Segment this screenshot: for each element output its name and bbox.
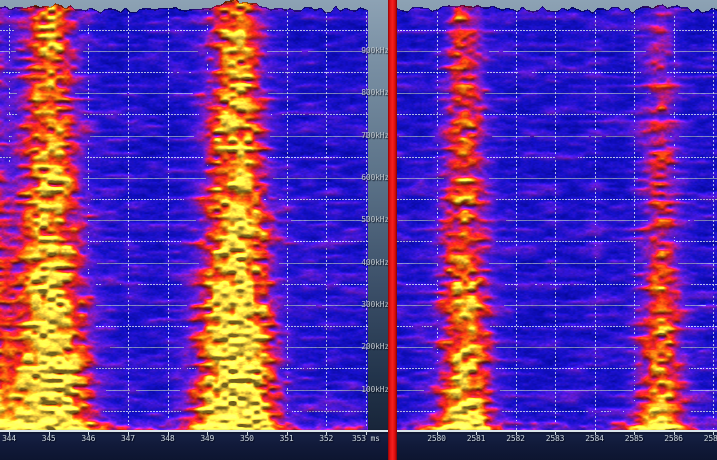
freq-tick-label: 400kHz — [358, 258, 389, 268]
time-tick-mark — [287, 431, 288, 435]
time-tick-label: 2582 — [501, 434, 531, 444]
time-tick-label: 2580 — [422, 434, 452, 444]
freq-tick-label: 500kHz — [358, 215, 389, 225]
freq-tick-label: 300kHz — [358, 300, 389, 310]
time-tick-label: 2585 — [619, 434, 649, 444]
time-tick-mark — [168, 431, 169, 435]
time-tick-mark — [476, 431, 477, 435]
time-tick-label: 2581 — [461, 434, 491, 444]
time-tick-mark — [207, 431, 208, 435]
red-divider-cursor[interactable] — [388, 0, 397, 460]
time-tick-label: 2583 — [540, 434, 570, 444]
freq-tick-label: 200kHz — [358, 342, 389, 352]
time-tick-mark — [366, 431, 367, 435]
time-tick-label: 350 — [232, 434, 262, 444]
time-tick-label: 351 — [272, 434, 302, 444]
time-tick-mark — [634, 431, 635, 435]
freq-tick-label: 900kHz — [358, 46, 389, 56]
freq-tick-label: 700kHz — [358, 131, 389, 141]
freq-tick-label: 800kHz — [358, 88, 389, 98]
time-tick-label: 353 ms — [346, 434, 386, 444]
time-tick-mark — [713, 431, 714, 435]
time-tick-mark — [437, 431, 438, 435]
waterfall-spectrogram-right[interactable] — [397, 0, 717, 432]
time-tick-label: 2584 — [580, 434, 610, 444]
time-tick-mark — [88, 431, 89, 435]
time-tick-label: 344 — [0, 434, 24, 444]
time-tick-mark — [326, 431, 327, 435]
freq-tick-label: 600kHz — [358, 173, 389, 183]
left-time-axis-line — [0, 430, 388, 432]
time-tick-label: 345 — [34, 434, 64, 444]
time-tick-mark — [674, 431, 675, 435]
time-tick-mark — [247, 431, 248, 435]
freq-tick-label: 100kHz — [358, 385, 389, 395]
time-tick-label: 346 — [73, 434, 103, 444]
time-tick-mark — [595, 431, 596, 435]
time-tick-label: 352 — [311, 434, 341, 444]
waterfall-spectrogram-left[interactable] — [0, 0, 368, 432]
time-tick-label: 349 — [192, 434, 222, 444]
time-tick-mark — [128, 431, 129, 435]
time-tick-label: 347 — [113, 434, 143, 444]
right-time-axis-line — [397, 430, 717, 432]
time-tick-mark — [516, 431, 517, 435]
time-tick-mark — [9, 431, 10, 435]
time-tick-mark — [555, 431, 556, 435]
time-tick-label: 2587 — [698, 434, 717, 444]
time-tick-mark — [49, 431, 50, 435]
spectrogram-viewer: 900kHz 800kHz 700kHz 600kHz 500kHz 400kHz 300k… — [0, 0, 717, 460]
time-tick-label: 2586 — [659, 434, 689, 444]
time-tick-label: 348 — [153, 434, 183, 444]
